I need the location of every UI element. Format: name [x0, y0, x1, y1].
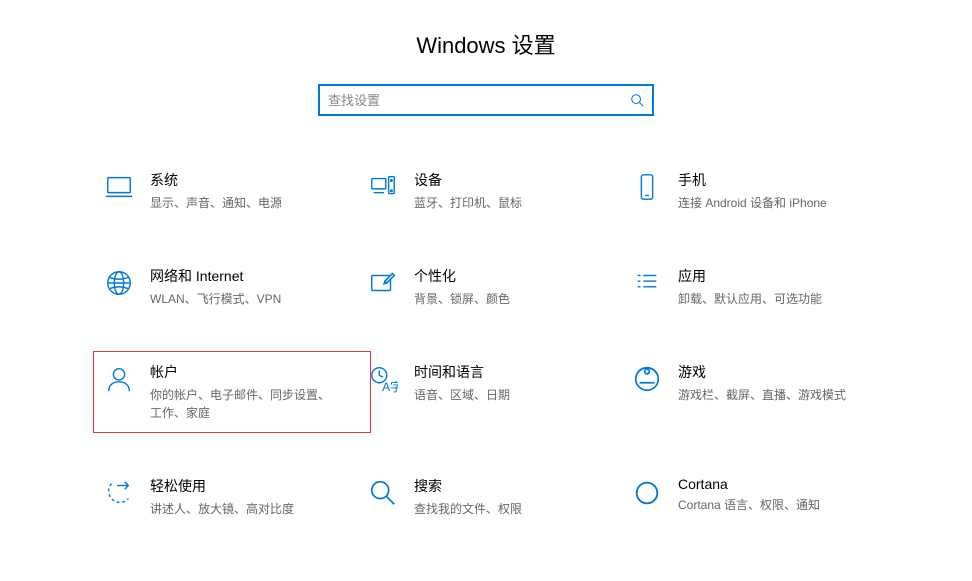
accounts-icon [104, 362, 134, 394]
gaming-icon [632, 362, 662, 394]
tile-title: 个性化 [414, 266, 624, 286]
search-container [0, 84, 972, 116]
cortana-icon [632, 476, 662, 508]
tile-title: 搜索 [414, 476, 624, 496]
tile-text: Cortana Cortana 语言、权限、通知 [678, 476, 888, 514]
tile-phone[interactable]: 手机 连接 Android 设备和 iPhone [628, 166, 892, 216]
tile-text: 帐户 你的帐户、电子邮件、同步设置、工作、家庭 [150, 362, 334, 422]
tile-cortana[interactable]: Cortana Cortana 语言、权限、通知 [628, 472, 892, 522]
tile-title: 轻松使用 [150, 476, 360, 496]
tile-text: 手机 连接 Android 设备和 iPhone [678, 170, 888, 212]
tile-desc: 查找我的文件、权限 [414, 500, 624, 518]
tile-desc: 背景、锁屏、颜色 [414, 290, 624, 308]
tile-system[interactable]: 系统 显示、声音、通知、电源 [100, 166, 364, 216]
tile-desc: 你的帐户、电子邮件、同步设置、工作、家庭 [150, 386, 334, 422]
network-icon [104, 266, 134, 298]
tile-title: 手机 [678, 170, 888, 190]
tile-desc: Cortana 语言、权限、通知 [678, 496, 888, 514]
system-icon [104, 170, 134, 202]
tile-text: 网络和 Internet WLAN、飞行模式、VPN [150, 266, 360, 308]
tile-apps[interactable]: 应用 卸载、默认应用、可选功能 [628, 262, 892, 312]
tile-title: 设备 [414, 170, 624, 190]
page-title: Windows 设置 [0, 0, 972, 84]
tile-ease-of-access[interactable]: 轻松使用 讲述人、放大镜、高对比度 [100, 472, 364, 522]
phone-icon [632, 170, 662, 202]
tile-desc: 游戏栏、截屏、直播、游戏模式 [678, 386, 888, 404]
tile-search[interactable]: 搜索 查找我的文件、权限 [364, 472, 628, 522]
tile-text: 设备 蓝牙、打印机、鼠标 [414, 170, 624, 212]
time-language-icon: A字 [368, 362, 398, 394]
tile-title: 游戏 [678, 362, 888, 382]
tile-title: 应用 [678, 266, 888, 286]
tile-text: 游戏 游戏栏、截屏、直播、游戏模式 [678, 362, 888, 404]
tile-personalization[interactable]: 个性化 背景、锁屏、颜色 [364, 262, 628, 312]
tile-network[interactable]: 网络和 Internet WLAN、飞行模式、VPN [100, 262, 364, 312]
search-icon [630, 93, 644, 107]
settings-grid: 系统 显示、声音、通知、电源 设备 蓝牙、打印机、鼠标 手机 [0, 166, 972, 522]
tile-title: 时间和语言 [414, 362, 624, 382]
tile-desc: 连接 Android 设备和 iPhone [678, 194, 888, 212]
tile-text: 搜索 查找我的文件、权限 [414, 476, 624, 518]
tile-accounts[interactable]: 帐户 你的帐户、电子邮件、同步设置、工作、家庭 [100, 358, 364, 426]
tile-desc: 蓝牙、打印机、鼠标 [414, 194, 624, 212]
tile-devices[interactable]: 设备 蓝牙、打印机、鼠标 [364, 166, 628, 216]
tile-title: 网络和 Internet [150, 266, 360, 286]
search-input[interactable] [328, 93, 630, 108]
devices-icon [368, 170, 398, 202]
personalization-icon [368, 266, 398, 298]
apps-icon [632, 266, 662, 298]
tile-text: 时间和语言 语音、区域、日期 [414, 362, 624, 404]
tile-title: 系统 [150, 170, 360, 190]
tile-gaming[interactable]: 游戏 游戏栏、截屏、直播、游戏模式 [628, 358, 892, 426]
search-tile-icon [368, 476, 398, 508]
tile-desc: 显示、声音、通知、电源 [150, 194, 360, 212]
tile-title: Cortana [678, 476, 888, 492]
tile-desc: 卸载、默认应用、可选功能 [678, 290, 888, 308]
tile-desc: WLAN、飞行模式、VPN [150, 290, 360, 308]
tile-title: 帐户 [150, 362, 334, 382]
tile-text: 轻松使用 讲述人、放大镜、高对比度 [150, 476, 360, 518]
tile-text: 系统 显示、声音、通知、电源 [150, 170, 360, 212]
tile-text: 个性化 背景、锁屏、颜色 [414, 266, 624, 308]
tile-time-language[interactable]: A字 时间和语言 语音、区域、日期 [364, 358, 628, 426]
tile-desc: 语音、区域、日期 [414, 386, 624, 404]
tile-desc: 讲述人、放大镜、高对比度 [150, 500, 360, 518]
svg-text:A字: A字 [382, 379, 398, 394]
ease-of-access-icon [104, 476, 134, 508]
tile-text: 应用 卸载、默认应用、可选功能 [678, 266, 888, 308]
search-box[interactable] [318, 84, 654, 116]
